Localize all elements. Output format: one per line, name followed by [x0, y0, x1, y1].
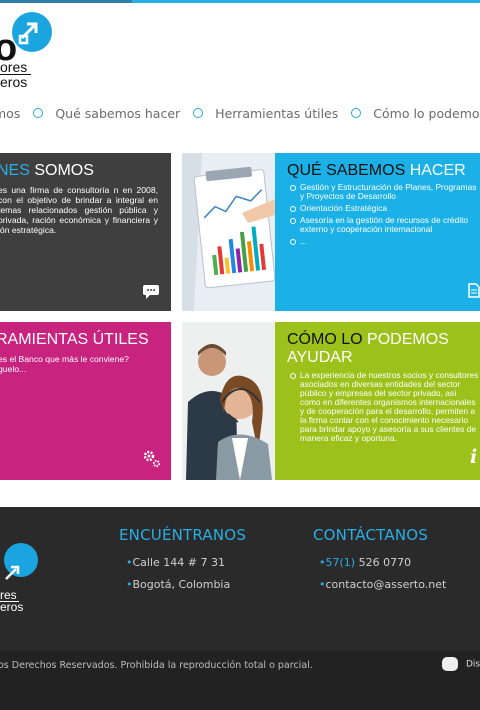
- call-center-illustration: [182, 322, 275, 480]
- footer-address-street: Calle 144 # 7 31: [132, 556, 226, 569]
- tile-herramientas-utiles[interactable]: RAMIENTAS ÚTILES es el Banco que más le …: [0, 322, 171, 480]
- list-item[interactable]: ...: [289, 237, 477, 246]
- site-footer: res eros ENCUÉNTRANOS •Calle 144 # 7 31 …: [0, 507, 480, 710]
- main-nav: mos Qué sabemos hacer Herramientas útile…: [0, 103, 480, 123]
- tile-description: es el Banco que más le conviene? guelo..…: [0, 354, 129, 374]
- design-credit-label: Dis: [466, 659, 480, 670]
- footer-phone-number: 526 0770: [355, 556, 412, 569]
- nav-bullet-icon: [193, 108, 204, 118]
- call-center-photo: [182, 322, 275, 480]
- footer-heading-encuentranos: ENCUÉNTRANOS: [119, 526, 247, 544]
- info-icon[interactable]: i: [470, 448, 477, 467]
- list-item: La experiencia de nuestros socios y cons…: [289, 371, 479, 443]
- tile-title-highlight: HACER: [409, 162, 466, 179]
- tile-title: QUÉ SABEMOS HACER: [287, 162, 466, 180]
- speech-bubble-icon[interactable]: [143, 285, 159, 302]
- nav-bullet-icon: [33, 108, 44, 118]
- copyright-text: os Derechos Reservados. Prohibida la rep…: [0, 660, 313, 671]
- tile-title-rest: SOMOS: [34, 162, 94, 179]
- logo-text-line2: eros: [0, 74, 28, 90]
- list-item[interactable]: Gestión y Estructuración de Planes, Prog…: [289, 183, 477, 201]
- tile-quienes-somos[interactable]: NES SOMOS es una firma de consultoría n …: [0, 153, 171, 311]
- nav-item-herramientas-utiles[interactable]: Herramientas útiles: [215, 106, 338, 121]
- document-icon[interactable]: [468, 283, 480, 301]
- tile-title: NES SOMOS: [0, 162, 94, 180]
- nav-item-que-sabemos-hacer[interactable]: Qué sabemos hacer: [55, 106, 180, 121]
- help-list: La experiencia de nuestros socios y cons…: [289, 371, 479, 446]
- list-item[interactable]: Asesoría en la gestión de recursos de cr…: [289, 216, 477, 234]
- tile-como-lo-podemos-ayudar[interactable]: CÓMO LO PODEMOS AYUDAR La experiencia de…: [275, 322, 480, 480]
- top-accent-bar-dark: [0, 0, 132, 3]
- footer-address-city: Bogotá, Colombia: [132, 578, 231, 591]
- tile-title: CÓMO LO PODEMOS AYUDAR: [287, 331, 477, 367]
- footer-email[interactable]: •contacto@asserto.net: [319, 578, 446, 592]
- footer-logo-text-line2: eros: [0, 600, 24, 614]
- tile-que-sabemos-hacer[interactable]: QUÉ SABEMOS HACER Gestión y Estructuraci…: [275, 153, 480, 311]
- nav-item-quienes-somos[interactable]: mos: [0, 106, 20, 121]
- gears-icon[interactable]: [143, 450, 161, 471]
- tile-title-part1: RAMIENTAS: [0, 331, 93, 348]
- tile-title-part2: ÚTILES: [92, 331, 149, 348]
- footer-address-line: •Bogotá, Colombia: [126, 578, 230, 592]
- logo-arrow-icon: [18, 22, 38, 45]
- tile-title-dark: CÓMO LO: [287, 331, 368, 348]
- site-logo[interactable]: o ores eros: [0, 12, 60, 89]
- footer-heading-contactanos: CONTÁCTANOS: [313, 526, 428, 544]
- tablet-chart-photo: [182, 153, 275, 311]
- footer-phone[interactable]: •57(1) 526 0770: [319, 556, 411, 570]
- nav-item-como-lo-podemos[interactable]: Cómo lo podemos: [373, 106, 480, 121]
- tile-title-dark: QUÉ SABEMOS: [287, 162, 410, 179]
- tile-title: RAMIENTAS ÚTILES: [0, 331, 149, 349]
- nav-bullet-icon: [351, 108, 362, 118]
- list-item[interactable]: Orientación Estratégica: [289, 204, 477, 213]
- logo-text-line1: ores: [0, 60, 32, 75]
- tile-description: es una firma de consultoría n en 2008, c…: [0, 185, 158, 235]
- footer-email-address: contacto@asserto.net: [325, 578, 447, 591]
- footer-logo[interactable]: res eros: [0, 543, 50, 613]
- services-list: Gestión y Estructuración de Planes, Prog…: [289, 183, 477, 249]
- tablet-chart-illustration: [182, 153, 275, 311]
- tile-title-highlight: NES: [0, 162, 35, 179]
- footer-phone-prefix: 57(1): [325, 556, 356, 569]
- footer-logo-arrow-icon: [5, 565, 20, 580]
- design-credit[interactable]: Dis: [442, 657, 480, 671]
- credit-logo-icon: [442, 657, 458, 671]
- footer-address-line: •Calle 144 # 7 31: [126, 556, 225, 570]
